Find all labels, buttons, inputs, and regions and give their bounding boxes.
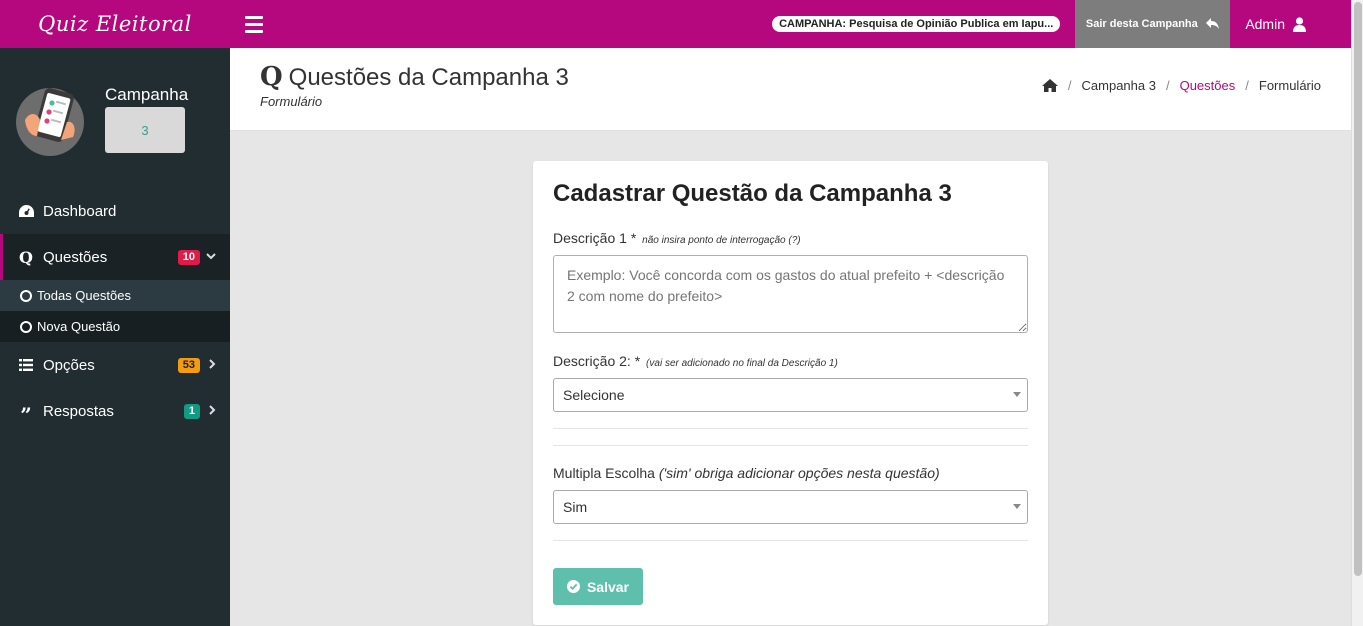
campaign-pill[interactable]: CAMPANHA: Pesquisa de Opinião Publica em… [772, 16, 1061, 32]
sidebar-subitem-label: Nova Questão [37, 319, 121, 334]
multi-choice-label: Multipla Escolha ('sim' obriga adicionar… [553, 465, 940, 481]
sidebar-item-questoes[interactable]: Q Questões 10 [0, 234, 230, 280]
circle-icon [20, 320, 32, 333]
desc1-hint: não insira ponto de interrogação (?) [642, 235, 801, 246]
multi-choice-select[interactable]: Sim [553, 490, 1028, 524]
breadcrumb: / Campanha 3 / Questões / Formulário [1041, 78, 1321, 93]
scrollbar-thumb[interactable] [1354, 2, 1362, 576]
desc1-label: Descrição 1 * não insira ponto de interr… [553, 230, 801, 246]
desc2-selected-value: Selecione [563, 387, 625, 403]
breadcrumb-campanha[interactable]: Campanha 3 [1082, 78, 1156, 93]
caret-down-icon [1013, 504, 1021, 509]
save-button-label: Salvar [586, 578, 630, 595]
reply-icon [1205, 18, 1219, 29]
q-icon: Q [19, 247, 33, 267]
brand-logo[interactable]: Quiz Eleitoral [0, 12, 230, 36]
chevron-right-icon [209, 404, 216, 418]
user-icon [1293, 16, 1306, 32]
sidebar-item-label: Dashboard [43, 202, 117, 220]
multi-choice-hint: ('sim' obriga adicionar opções nesta que… [658, 465, 940, 481]
desc2-hint: (vai ser adicionado no final da Descriçã… [646, 358, 838, 369]
divider [553, 445, 1028, 446]
exit-campaign-button[interactable]: Sair desta Campanha [1075, 0, 1231, 48]
sidebar-item-respostas[interactable]: ” Respostas 1 [0, 388, 230, 434]
divider [553, 428, 1028, 429]
list-icon [18, 359, 34, 371]
desc2-select[interactable]: Selecione [553, 378, 1028, 412]
sidebar-item-dashboard[interactable]: Dashboard [0, 188, 230, 234]
top-navbar: Quiz Eleitoral CAMPANHA: Pesquisa de Opi… [0, 0, 1351, 48]
breadcrumb-questoes[interactable]: Questões [1180, 78, 1236, 93]
sidebar-subitem-todas-questoes[interactable]: Todas Questões [0, 280, 230, 311]
desc1-textarea[interactable] [553, 255, 1028, 333]
page-title-text: Questões da Campanha 3 [288, 64, 569, 91]
opcoes-count-badge: 53 [177, 357, 200, 373]
sidebar-item-label: Opções [43, 356, 95, 374]
page-title: Q Questões da Campanha 3 [260, 62, 569, 92]
sidebar-subitem-label: Todas Questões [37, 288, 131, 303]
multi-choice-selected-value: Sim [563, 499, 588, 515]
form-title: Cadastrar Questão da Campanha 3 [553, 180, 952, 207]
sidebar-item-label: Questões [43, 248, 108, 266]
page-scrollbar[interactable] [1351, 0, 1363, 626]
sidebar: Campanha 3 Dashboard Q Questões 10 Todas… [0, 48, 230, 626]
exit-campaign-label: Sair desta Campanha [1085, 18, 1198, 30]
breadcrumb-formulario: Formulário [1258, 78, 1321, 93]
sidebar-item-label: Respostas [43, 402, 114, 420]
circle-icon [20, 289, 32, 302]
question-form-card: Cadastrar Questão da Campanha 3 Descriçã… [533, 161, 1048, 625]
respostas-count-badge: 1 [183, 403, 200, 419]
sidebar-profile: Campanha 3 [0, 48, 230, 188]
chevron-right-icon [209, 358, 216, 372]
dashboard-icon [18, 204, 34, 218]
sidebar-item-opcoes[interactable]: Opções 53 [0, 342, 230, 388]
menu-toggle-button[interactable] [230, 0, 278, 48]
admin-label: Admin [1245, 16, 1285, 32]
save-button[interactable]: Salvar [553, 568, 643, 605]
questoes-count-badge: 10 [177, 249, 200, 265]
divider [553, 540, 1028, 541]
campaign-number: 3 [105, 107, 185, 153]
admin-menu[interactable]: Admin [1230, 0, 1351, 48]
home-icon[interactable] [1041, 79, 1058, 92]
check-circle-icon [566, 580, 580, 593]
page-subtitle: Formulário [260, 94, 323, 109]
caret-down-icon [1013, 392, 1021, 397]
avatar [16, 88, 84, 156]
campaign-label: Campanha [105, 85, 189, 104]
hamburger-icon [245, 15, 263, 19]
quote-icon: ” [20, 403, 32, 427]
desc2-label: Descrição 2: * (vai ser adicionado no fi… [553, 353, 838, 369]
chevron-down-icon [206, 251, 216, 263]
content-header: Q Questões da Campanha 3 Formulário / Ca… [230, 48, 1351, 131]
sidebar-subitem-nova-questao[interactable]: Nova Questão [0, 311, 230, 342]
q-icon: Q [260, 62, 283, 92]
